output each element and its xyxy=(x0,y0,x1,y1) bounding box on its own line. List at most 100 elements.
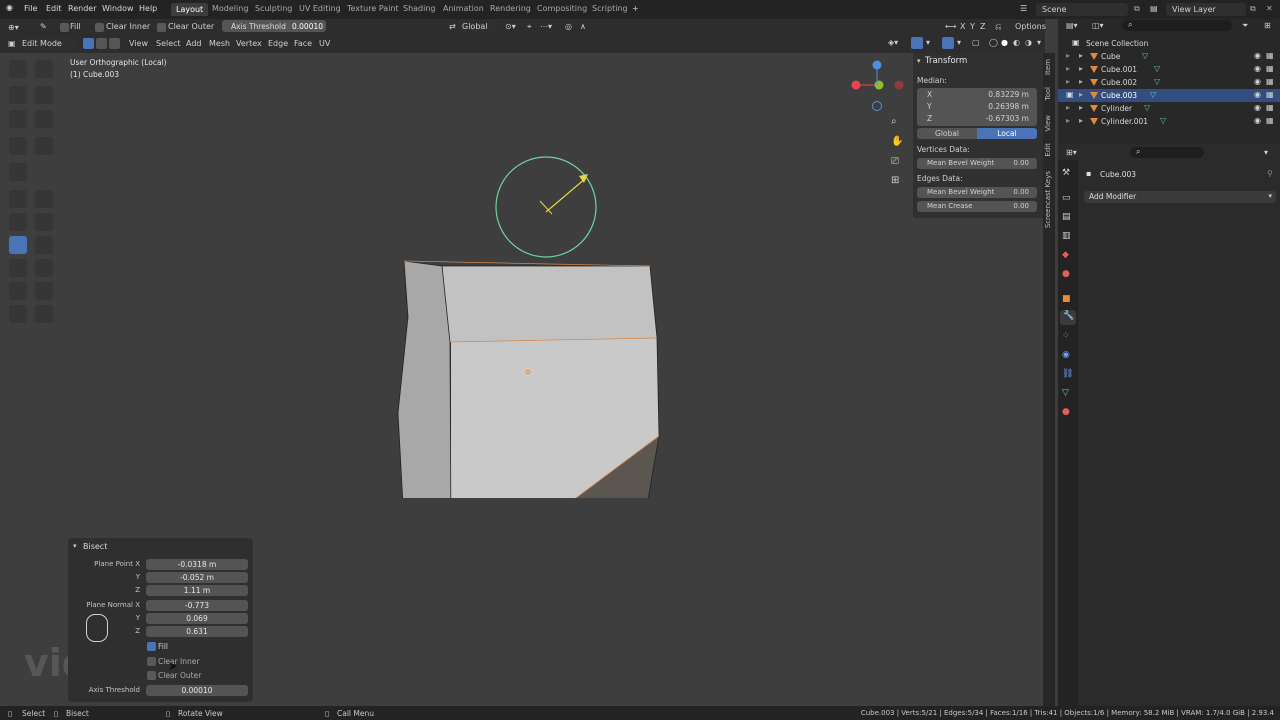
render-camera-icon[interactable]: ▦ xyxy=(1266,51,1274,60)
view-layer-selector[interactable]: View Layer xyxy=(1166,3,1246,16)
tab-screencast-keys[interactable]: Screencast Keys xyxy=(1044,171,1052,228)
clear-outer-checkbox[interactable] xyxy=(157,23,166,32)
shrink-fatten-icon[interactable] xyxy=(35,282,53,300)
panel-collapse-icon[interactable]: ▾ xyxy=(73,542,77,550)
fill-checkbox-redo[interactable] xyxy=(147,642,156,651)
smooth-icon[interactable] xyxy=(35,259,53,277)
outliner-search-input[interactable]: ⌕ xyxy=(1122,20,1232,31)
view-layer-icon[interactable]: ▤ xyxy=(1150,4,1158,13)
render-camera-icon[interactable]: ▦ xyxy=(1266,64,1274,73)
perspective-grid-icon[interactable]: ⊞ xyxy=(891,175,899,186)
transform-title[interactable]: Transform xyxy=(925,56,967,66)
solid-shading-icon[interactable]: ● xyxy=(1001,38,1008,47)
tab-tool[interactable]: Tool xyxy=(1044,87,1052,101)
vertex-bevel-weight-field[interactable]: Mean Bevel Weight 0.00 xyxy=(917,158,1037,169)
mirror-axis-z[interactable]: Z xyxy=(980,22,985,31)
select-box-icon[interactable] xyxy=(9,60,27,78)
zoom-icon[interactable]: ⌕ xyxy=(891,116,897,127)
expand-icon[interactable]: ▸ xyxy=(1079,103,1083,112)
annotate-icon[interactable] xyxy=(9,137,27,155)
clear-outer-checkbox-redo[interactable] xyxy=(147,671,156,680)
measure-icon[interactable] xyxy=(35,137,53,155)
outliner-editor-icon[interactable]: ▤▾ xyxy=(1066,21,1078,30)
proportional-edit-icon[interactable]: ◎ xyxy=(565,22,572,31)
auto-merge-icon[interactable]: ⎌ xyxy=(995,22,1001,32)
menu-file[interactable]: File xyxy=(24,4,37,13)
gizmo-dropdown-icon[interactable]: ▾ xyxy=(926,38,930,47)
menu-edge[interactable]: Edge xyxy=(268,39,288,48)
filter-icon[interactable]: ⏷ xyxy=(1242,21,1248,31)
3d-viewport[interactable]: User Orthographic (Local) (1) Cube.003 ⌕… xyxy=(0,53,1045,706)
expand-icon[interactable]: ▸ xyxy=(1079,90,1083,99)
outliner-row-cylinder-001[interactable]: ▸ ▸ Cylinder.001 ▽ ◉ ▦ xyxy=(1058,115,1280,128)
options-dropdown[interactable]: Options xyxy=(1015,22,1046,31)
transform-icon[interactable] xyxy=(35,110,53,128)
outliner-row-cube-001[interactable]: ▸ ▸ Cube.001 ▽ ◉ ▦ xyxy=(1058,63,1280,76)
expand-icon[interactable]: ▸ xyxy=(1079,64,1083,73)
menu-mesh[interactable]: Mesh xyxy=(209,39,230,48)
bevel-icon[interactable] xyxy=(9,213,27,231)
median-x-field[interactable]: 0.83229 m xyxy=(988,90,1029,99)
menu-face[interactable]: Face xyxy=(294,39,312,48)
expand-icon[interactable]: ▸ xyxy=(1079,116,1083,125)
tool-tab-icon[interactable]: ⚒ xyxy=(1062,168,1070,178)
menu-edit[interactable]: Edit xyxy=(46,4,62,13)
menu-render[interactable]: Render xyxy=(68,4,96,13)
orientation-dropdown[interactable]: Global xyxy=(459,20,497,32)
menu-help[interactable]: Help xyxy=(139,4,157,13)
tab-view[interactable]: View xyxy=(1044,115,1052,132)
tab-modeling[interactable]: Modeling xyxy=(212,4,248,13)
face-select-icon[interactable] xyxy=(109,38,120,49)
menu-add[interactable]: Add xyxy=(186,39,202,48)
render-camera-icon[interactable]: ▦ xyxy=(1266,103,1274,112)
vertex-select-icon[interactable] xyxy=(83,38,94,49)
expand-icon[interactable]: ▸ xyxy=(1066,64,1070,73)
expand-icon[interactable]: ▸ xyxy=(1079,77,1083,86)
new-collection-icon[interactable]: ⊞ xyxy=(1264,21,1271,30)
render-camera-icon[interactable]: ▦ xyxy=(1266,77,1274,86)
edge-bevel-weight-field[interactable]: Mean Bevel Weight 0.00 xyxy=(917,187,1037,198)
tab-layout[interactable]: Layout xyxy=(171,3,209,16)
axis-threshold-field[interactable]: Axis Threshold 0.00010 xyxy=(222,20,326,32)
median-z-field[interactable]: -0.67303 m xyxy=(986,114,1029,123)
scene-icon[interactable]: ☰ xyxy=(1020,4,1027,13)
snap-target-icon[interactable]: ⋯▾ xyxy=(540,22,552,31)
add-modifier-dropdown[interactable]: Add Modifier ▾ xyxy=(1084,191,1276,203)
outliner-row-cube[interactable]: ▸ ▸ Cube ▽ ◉ ▦ xyxy=(1058,50,1280,63)
edge-slide-icon[interactable] xyxy=(9,282,27,300)
rip-icon[interactable] xyxy=(35,305,53,323)
scale-icon[interactable] xyxy=(9,110,27,128)
loop-cut-icon[interactable] xyxy=(35,213,53,231)
mode-dropdown[interactable]: Edit Mode xyxy=(18,37,78,49)
duplicate-scene-icon[interactable]: ⧉ xyxy=(1134,4,1140,14)
rotate-icon[interactable] xyxy=(35,86,53,104)
tab-rendering[interactable]: Rendering xyxy=(490,4,531,13)
plane-normal-x-field[interactable]: -0.773 xyxy=(146,600,248,611)
camera-view-icon[interactable]: ⎚ xyxy=(891,156,899,167)
expand-icon[interactable]: ▸ xyxy=(1066,103,1070,112)
expand-icon[interactable]: ▸ xyxy=(1079,51,1083,60)
visibility-icon[interactable]: ◈▾ xyxy=(888,38,898,47)
render-tab-icon[interactable]: ▭ xyxy=(1062,193,1071,203)
display-mode-icon[interactable]: ◫▾ xyxy=(1092,21,1104,30)
outliner-row-cube-002[interactable]: ▸ ▸ Cube.002 ▽ ◉ ▦ xyxy=(1058,76,1280,89)
visibility-eye-icon[interactable]: ◉ xyxy=(1254,64,1261,73)
output-tab-icon[interactable]: ▤ xyxy=(1062,212,1071,222)
outliner-row-cube-003[interactable]: ▣ ▸ Cube.003 ▽ ◉ ▦ xyxy=(1058,89,1280,102)
menu-vertex[interactable]: Vertex xyxy=(236,39,262,48)
constraints-tab-icon[interactable]: ⛓ xyxy=(1062,369,1073,379)
tab-compositing[interactable]: Compositing xyxy=(537,4,587,13)
object-tab-icon[interactable]: ■ xyxy=(1062,294,1071,304)
plane-normal-z-field[interactable]: 0.631 xyxy=(146,626,248,637)
mirror-axis-y[interactable]: Y xyxy=(970,22,975,31)
plane-point-z-field[interactable]: 1.11 m xyxy=(146,585,248,596)
material-tab-icon[interactable]: ● xyxy=(1062,407,1070,417)
tab-uv-editing[interactable]: UV Editing xyxy=(299,4,341,13)
particles-tab-icon[interactable]: ⁘ xyxy=(1062,331,1070,341)
tab-animation[interactable]: Animation xyxy=(443,4,484,13)
redo-panel-title[interactable]: Bisect xyxy=(83,542,107,551)
axis-threshold-field-redo[interactable]: 0.00010 xyxy=(146,685,248,696)
gizmo-x-axis[interactable] xyxy=(851,80,861,90)
properties-options-icon[interactable]: ▾ xyxy=(1264,148,1268,157)
clear-inner-checkbox-redo[interactable] xyxy=(147,657,156,666)
